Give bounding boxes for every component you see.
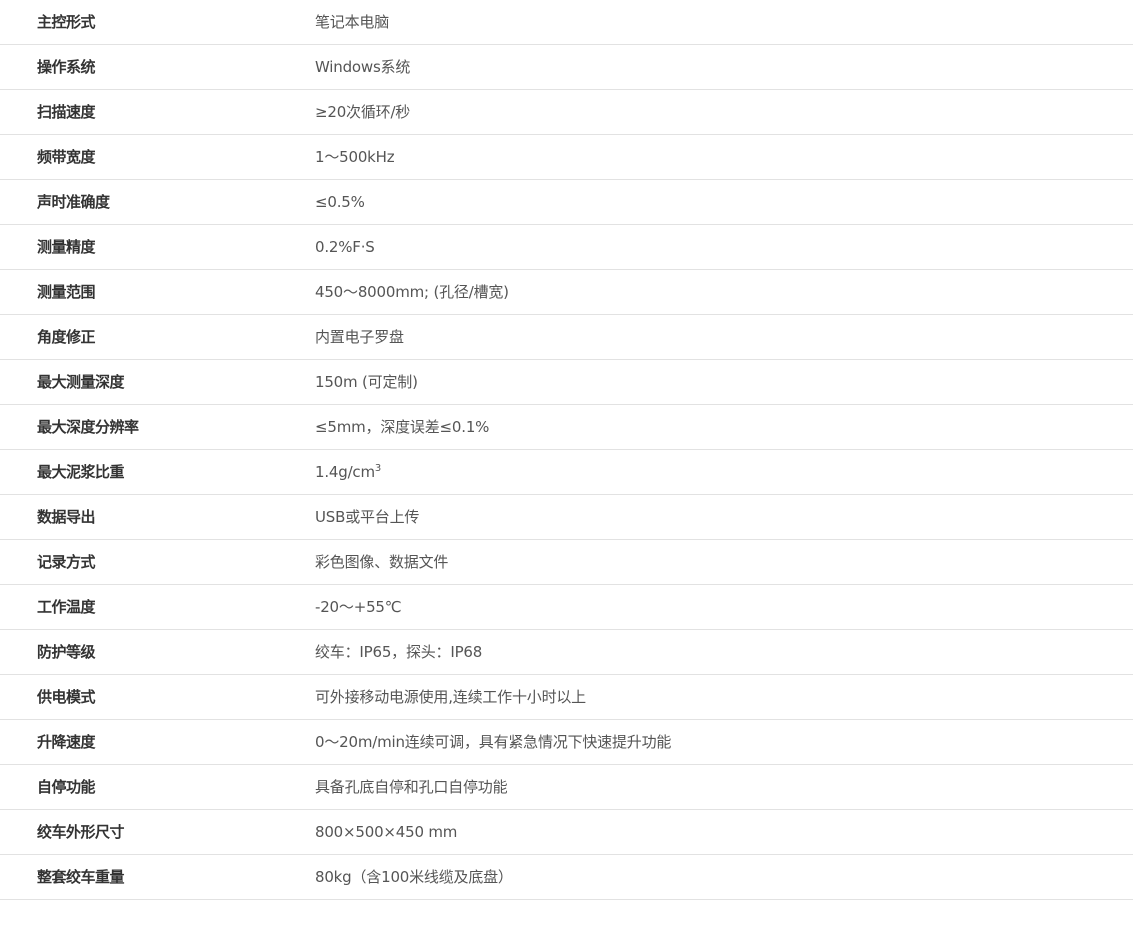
spec-label: 供电模式 <box>37 688 96 706</box>
spec-value: 0～20m/min连续可调，具有紧急情况下快速提升功能 <box>315 733 672 751</box>
spec-value: 800×500×450 mm <box>315 823 458 841</box>
spec-label: 测量范围 <box>37 283 96 301</box>
spec-row-main-control: 主控形式 笔记本电脑 <box>0 0 1133 45</box>
spec-value-text: 1.4g/cm <box>315 463 375 481</box>
spec-label: 扫描速度 <box>37 103 96 121</box>
spec-label: 最大泥浆比重 <box>37 463 125 481</box>
spec-label: 整套绞车重量 <box>37 868 125 886</box>
spec-value: 内置电子罗盘 <box>315 328 404 346</box>
spec-label: 最大深度分辨率 <box>37 418 139 436</box>
spec-value: 可外接移动电源使用,连续工作十小时以上 <box>315 688 586 706</box>
spec-label: 频带宽度 <box>37 148 96 166</box>
spec-label: 操作系统 <box>37 58 96 76</box>
spec-row-sound-time-accuracy: 声时准确度 ≤0.5% <box>0 180 1133 225</box>
spec-label: 数据导出 <box>37 508 96 526</box>
spec-row-operating-system: 操作系统 Windows系统 <box>0 45 1133 90</box>
spec-value: 彩色图像、数据文件 <box>315 553 449 571</box>
spec-value: ≤0.5% <box>315 193 365 211</box>
spec-row-bandwidth: 频带宽度 1～500kHz <box>0 135 1133 180</box>
spec-row-depth-resolution: 最大深度分辨率 ≤5mm，深度误差≤0.1% <box>0 405 1133 450</box>
spec-row-data-export: 数据导出 USB或平台上传 <box>0 495 1133 540</box>
spec-row-scan-speed: 扫描速度 ≥20次循环/秒 <box>0 90 1133 135</box>
spec-value: ≤5mm，深度误差≤0.1% <box>315 418 490 436</box>
spec-label: 工作温度 <box>37 598 96 616</box>
spec-table: 主控形式 笔记本电脑 操作系统 Windows系统 扫描速度 ≥20次循环/秒 … <box>0 0 1133 900</box>
spec-value: -20～+55℃ <box>315 598 402 616</box>
spec-label: 防护等级 <box>37 643 96 661</box>
spec-label: 升降速度 <box>37 733 96 751</box>
spec-label: 记录方式 <box>37 553 96 571</box>
spec-row-lift-speed: 升降速度 0～20m/min连续可调，具有紧急情况下快速提升功能 <box>0 720 1133 765</box>
spec-value: 绞车：IP65，探头：IP68 <box>315 643 483 661</box>
spec-row-auto-stop: 自停功能 具备孔底自停和孔口自停功能 <box>0 765 1133 810</box>
spec-row-max-depth: 最大测量深度 150m (可定制) <box>0 360 1133 405</box>
spec-row-angle-correction: 角度修正 内置电子罗盘 <box>0 315 1133 360</box>
spec-row-recording-method: 记录方式 彩色图像、数据文件 <box>0 540 1133 585</box>
spec-row-winch-dimensions: 绞车外形尺寸 800×500×450 mm <box>0 810 1133 855</box>
spec-value: 80kg（含100米线缆及底盘） <box>315 868 513 886</box>
superscript-exponent: 3 <box>374 463 382 474</box>
spec-label: 绞车外形尺寸 <box>37 823 125 841</box>
spec-label: 测量精度 <box>37 238 96 256</box>
spec-value: 笔记本电脑 <box>315 13 390 31</box>
spec-row-total-weight: 整套绞车重量 80kg（含100米线缆及底盘） <box>0 855 1133 900</box>
spec-row-measurement-precision: 测量精度 0.2%F·S <box>0 225 1133 270</box>
spec-value: 具备孔底自停和孔口自停功能 <box>315 778 508 796</box>
spec-value: 1～500kHz <box>315 148 395 166</box>
spec-label: 主控形式 <box>37 13 96 31</box>
spec-value: 0.2%F·S <box>315 238 375 256</box>
spec-row-power-supply: 供电模式 可外接移动电源使用,连续工作十小时以上 <box>0 675 1133 720</box>
spec-value: USB或平台上传 <box>315 508 420 526</box>
spec-label: 声时准确度 <box>37 193 110 211</box>
spec-value: Windows系统 <box>315 58 411 76</box>
spec-row-protection-rating: 防护等级 绞车：IP65，探头：IP68 <box>0 630 1133 675</box>
spec-value: 150m (可定制) <box>315 373 418 391</box>
spec-label: 角度修正 <box>37 328 96 346</box>
spec-value: 1.4g/cm3 <box>315 462 381 482</box>
spec-row-mud-density: 最大泥浆比重 1.4g/cm3 <box>0 450 1133 495</box>
spec-label: 最大测量深度 <box>37 373 125 391</box>
spec-label: 自停功能 <box>37 778 96 796</box>
spec-row-measurement-range: 测量范围 450～8000mm; (孔径/槽宽) <box>0 270 1133 315</box>
spec-value: 450～8000mm; (孔径/槽宽) <box>315 283 509 301</box>
spec-value: ≥20次循环/秒 <box>315 103 411 121</box>
spec-row-operating-temperature: 工作温度 -20～+55℃ <box>0 585 1133 630</box>
